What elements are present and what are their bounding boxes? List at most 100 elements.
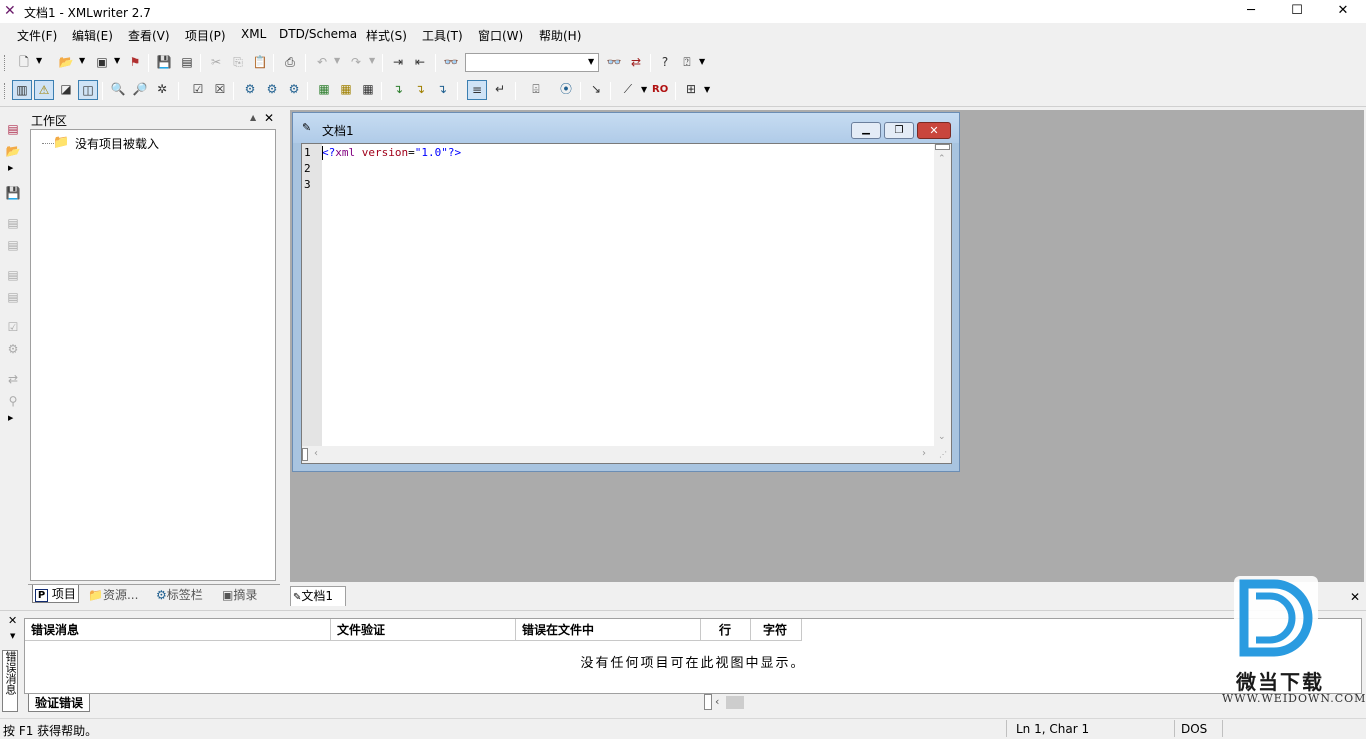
link-dropdown-icon[interactable]: ▼ xyxy=(641,85,647,94)
error-panel-side-tab[interactable]: 错误消息 xyxy=(2,650,18,712)
close-project-icon[interactable]: ⚑ xyxy=(125,53,145,73)
new-file-icon[interactable]: 🗋 xyxy=(14,53,34,73)
column-file-validation[interactable]: 文件验证 xyxy=(331,619,516,641)
toolbar-grip[interactable] xyxy=(4,55,6,71)
open-project-dropdown-icon[interactable]: ▶ xyxy=(8,164,13,172)
open-project-icon[interactable]: 📂 xyxy=(3,142,23,162)
indent-icon[interactable]: ⇥ xyxy=(388,53,408,73)
code-editor[interactable] xyxy=(301,143,952,464)
schema-options-icon[interactable]: ▦ xyxy=(358,80,378,100)
replace-icon[interactable]: ⇄ xyxy=(626,53,646,73)
link-icon[interactable]: ⟋ xyxy=(618,80,638,100)
menu-dtd-schema[interactable]: DTD/Schema xyxy=(279,27,357,41)
context-help-icon[interactable]: ? xyxy=(655,53,675,73)
copy-file-icon[interactable]: ▤ xyxy=(3,266,23,286)
minimize-button[interactable]: ─ xyxy=(1228,0,1274,23)
menu-edit[interactable]: 编辑(E) xyxy=(72,27,113,44)
error-hscroll-split[interactable] xyxy=(704,694,712,710)
outdent-icon[interactable]: ⇤ xyxy=(410,53,430,73)
menu-style[interactable]: 样式(S) xyxy=(366,27,407,44)
scroll-down-icon[interactable]: ⌄ xyxy=(938,432,946,442)
xpath-icon[interactable]: ⦿ xyxy=(556,80,576,100)
options-dropdown-icon[interactable]: ▼ xyxy=(704,85,710,94)
save-project-icon[interactable]: 💾 xyxy=(3,184,23,204)
save-all-icon[interactable]: ▤ xyxy=(177,53,197,73)
remove-file-icon[interactable]: ▤ xyxy=(3,288,23,308)
scroll-up-icon[interactable]: ⌃ xyxy=(938,154,946,164)
transform-icon[interactable]: ✲ xyxy=(152,80,172,100)
tab-resources[interactable]: 📁资源... xyxy=(86,586,140,604)
tab-tags[interactable]: ⚙标签栏 xyxy=(154,586,205,604)
split-view-toggle-icon[interactable]: ◫ xyxy=(78,80,98,100)
editor-vertical-scrollbar[interactable] xyxy=(934,144,951,446)
preview-icon[interactable]: 🔍 xyxy=(108,80,128,100)
check-wellformed-icon[interactable]: ☒ xyxy=(210,80,230,100)
error-scroll-left-icon[interactable]: ‹ xyxy=(715,695,719,708)
browser-preview-icon[interactable]: 🔎 xyxy=(130,80,150,100)
menu-help[interactable]: 帮助(H) xyxy=(539,27,581,44)
doc-close-button[interactable]: ✕ xyxy=(917,122,951,139)
tab-validation-errors[interactable]: 验证错误 xyxy=(28,694,91,712)
menu-xml[interactable]: XML xyxy=(241,27,266,41)
error-panel-close-icon[interactable]: ✕ xyxy=(8,614,17,627)
tag-tools-icon[interactable]: ⚙ xyxy=(240,80,260,100)
scroll-right-icon[interactable]: › xyxy=(922,448,926,459)
tab-snippets[interactable]: ▣摘录 xyxy=(220,586,259,604)
search-combo-input[interactable] xyxy=(465,53,599,72)
project-settings-icon[interactable]: ⚙ xyxy=(3,340,23,360)
maximize-button[interactable]: ☐ xyxy=(1274,0,1320,23)
project-tree[interactable] xyxy=(30,129,276,581)
add-file-icon[interactable]: ▤ xyxy=(3,214,23,234)
workspace-splitter[interactable] xyxy=(280,108,288,586)
open-project-icon[interactable]: ▣ xyxy=(92,53,112,73)
horizontal-split-box[interactable] xyxy=(302,448,308,461)
options-icon[interactable]: ⊞ xyxy=(681,80,701,100)
goto-line-icon[interactable]: ↘ xyxy=(586,80,606,100)
pin-panel-icon[interactable]: ▲ xyxy=(250,113,256,122)
resize-grip-icon[interactable]: ⋰ xyxy=(939,450,947,459)
workspace-toggle-icon[interactable]: ▥ xyxy=(12,80,32,100)
tab-project[interactable]: P 项目 xyxy=(32,585,79,603)
paste-icon[interactable]: 📋 xyxy=(250,53,270,73)
undo-dropdown-icon[interactable]: ▼ xyxy=(334,56,340,65)
cut-icon[interactable]: ✂ xyxy=(206,53,226,73)
open-folder-icon[interactable]: 📂 xyxy=(56,53,76,73)
search-combo-dropdown-icon[interactable]: ▼ xyxy=(588,57,594,66)
redo-dropdown-icon[interactable]: ▼ xyxy=(369,56,375,65)
column-line[interactable]: 行 xyxy=(701,619,751,641)
validate-project-icon[interactable]: ☑ xyxy=(3,318,23,338)
tree-root-label[interactable]: 没有项目被载入 xyxy=(75,135,159,152)
open-dropdown-icon[interactable]: ▼ xyxy=(79,56,85,65)
error-scroll-thumb[interactable] xyxy=(726,696,744,709)
code-line-1[interactable]: <?xml version="1.0"?> xyxy=(322,146,461,159)
output-panel-icon[interactable]: ◪ xyxy=(56,80,76,100)
transform-project-icon[interactable]: ⇄ xyxy=(3,370,23,390)
menu-view[interactable]: 查看(V) xyxy=(128,27,170,44)
schema-icon[interactable]: ▦ xyxy=(336,80,356,100)
print-icon[interactable]: ⎙ xyxy=(280,53,300,73)
add-folder-icon[interactable]: ▤ xyxy=(3,236,23,256)
new-dropdown-icon[interactable]: ▼ xyxy=(36,56,42,65)
column-error-in-file[interactable]: 错误在文件中 xyxy=(516,619,701,641)
split-box[interactable] xyxy=(935,144,950,150)
help-dropdown-icon[interactable]: ▼ xyxy=(699,57,705,66)
project-dropdown-icon[interactable]: ▼ xyxy=(114,56,120,65)
more-tools-dropdown-icon[interactable]: ▶ xyxy=(8,414,13,422)
find-binoculars-icon[interactable]: 👓 xyxy=(441,53,461,73)
tag-browse-icon[interactable]: ⚙ xyxy=(284,80,304,100)
error-panel-toggle-icon[interactable]: ⚠ xyxy=(34,80,54,100)
validate-icon[interactable]: ☑ xyxy=(188,80,208,100)
read-only-toggle[interactable]: RO xyxy=(652,84,668,95)
doc-minimize-button[interactable]: ▁ xyxy=(851,122,881,139)
menu-window[interactable]: 窗口(W) xyxy=(478,27,523,44)
menu-tools[interactable]: 工具(T) xyxy=(422,27,463,44)
insert-attribute-icon[interactable]: ↴ xyxy=(410,80,430,100)
publish-project-icon[interactable]: ⚲ xyxy=(3,392,23,412)
close-button[interactable]: ✕ xyxy=(1320,0,1366,23)
insert-element-icon[interactable]: ↴ xyxy=(388,80,408,100)
help-icon[interactable]: ⍰ xyxy=(677,53,697,73)
new-project-icon[interactable]: ▤ xyxy=(3,120,23,140)
dtd-icon[interactable]: ▦ xyxy=(314,80,334,100)
scroll-left-icon[interactable]: ‹ xyxy=(314,448,318,459)
xmlwriter-app-icon[interactable]: ✕ xyxy=(4,4,20,19)
